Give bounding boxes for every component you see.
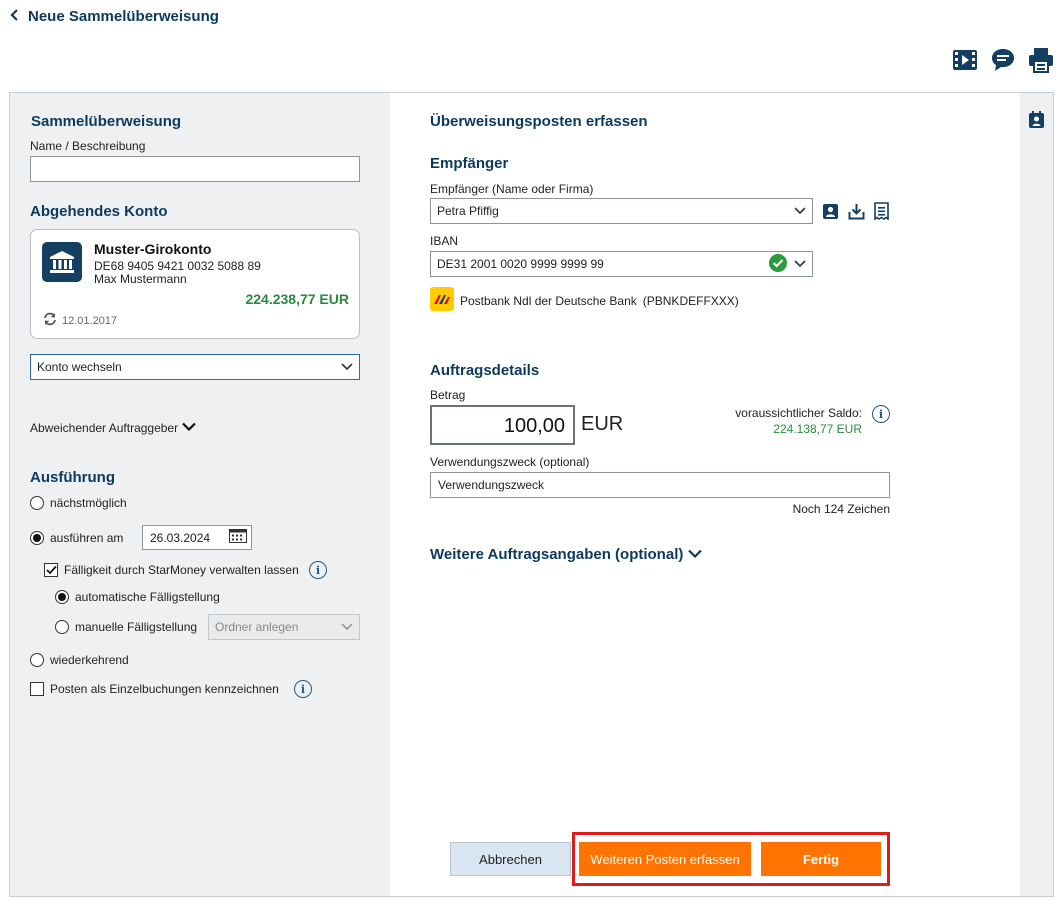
single-bookings-checkbox[interactable]: Posten als Einzelbuchungen kennzeichnen <box>30 682 279 696</box>
manual-due-label: manuelle Fälligstellung <box>75 620 198 634</box>
more-details-toggle[interactable]: Weitere Auftragsangaben (optional) <box>430 546 703 563</box>
radio-next-possible[interactable] <box>30 496 44 510</box>
radio-manual-due[interactable] <box>55 620 69 634</box>
account-card[interactable]: Muster-Girokonto DE68 9405 9421 0032 508… <box>30 229 360 339</box>
iban-input[interactable]: DE31 2001 0020 9999 9999 99 <box>430 251 813 277</box>
name-label: Name / Beschreibung <box>30 139 146 153</box>
back-button[interactable]: Neue Sammelüberweisung <box>10 8 219 25</box>
video-icon[interactable] <box>952 46 978 74</box>
receipt-icon[interactable] <box>873 202 890 223</box>
account-sync-date: 12.01.2017 <box>42 312 117 329</box>
bank-name: Postbank Ndl der Deutsche Bank <box>460 293 637 308</box>
switch-account-select[interactable]: Konto wechseln <box>30 354 360 380</box>
toolbar <box>952 46 1054 74</box>
chevron-down-icon <box>341 360 353 374</box>
info-icon[interactable]: i <box>309 561 327 579</box>
bank-info: Postbank Ndl der Deutsche Bank (PBNKDEFF… <box>430 287 739 314</box>
refresh-icon[interactable] <box>42 312 58 329</box>
single-bookings-label: Posten als Einzelbuchungen kennzeichnen <box>50 682 279 696</box>
chevron-down-icon <box>794 204 806 218</box>
account-balance: 224.238,77 EUR <box>245 291 349 307</box>
checkmark-icon <box>768 253 788 276</box>
done-button[interactable]: Fertig <box>761 842 881 876</box>
option-next-possible[interactable]: nächstmöglich <box>30 496 127 510</box>
chevron-down-icon <box>794 257 806 271</box>
print-icon[interactable] <box>1028 46 1054 74</box>
recipient-title: Empfänger <box>430 155 509 172</box>
download-icon[interactable] <box>848 203 865 223</box>
calendar-icon[interactable] <box>229 529 247 546</box>
folder-select-label: Ordner anlegen <box>215 620 299 634</box>
execution-title: Ausführung <box>30 469 115 486</box>
radio-recurring[interactable] <box>30 653 44 667</box>
recurring-label: wiederkehrend <box>50 653 129 667</box>
bank-icon <box>42 242 82 282</box>
auto-due-label: automatische Fälligstellung <box>75 590 220 604</box>
chevron-left-icon <box>10 9 20 24</box>
option-recurring[interactable]: wiederkehrend <box>30 653 129 667</box>
option-auto-due[interactable]: automatische Fälligstellung <box>55 590 220 604</box>
amount-input[interactable]: 100,00 <box>430 405 575 445</box>
details-title: Auftragsdetails <box>430 362 540 379</box>
account-iban: DE68 9405 9421 0032 5088 89 <box>94 259 261 273</box>
folder-select: Ordner anlegen <box>208 614 360 640</box>
date-input[interactable]: 26.03.2024 <box>142 525 252 550</box>
name-input[interactable] <box>30 156 360 182</box>
purpose-label: Verwendungszweck (optional) <box>430 455 590 469</box>
more-details-label: Weitere Auftragsangaben (optional) <box>430 546 684 563</box>
option-manual-due[interactable]: manuelle Fälligstellung <box>55 620 197 634</box>
currency-label: EUR <box>581 413 624 435</box>
right-sidebar <box>1020 93 1053 896</box>
option-execute-on[interactable]: ausführen am <box>30 531 123 545</box>
info-icon[interactable]: i <box>294 680 312 698</box>
other-payer-toggle[interactable]: Abweichender Auftraggeber <box>30 421 196 435</box>
checkbox-single-bookings[interactable] <box>30 682 44 696</box>
contact-card-icon[interactable] <box>1028 111 1045 132</box>
add-more-button[interactable]: Weiteren Posten erfassen <box>579 842 751 876</box>
chars-left: Noch 124 Zeichen <box>792 502 890 516</box>
chevron-down-icon <box>182 421 196 435</box>
purpose-input[interactable]: Verwendungszweck <box>430 472 890 498</box>
account-owner: Max Mustermann <box>94 272 187 286</box>
account-name: Muster-Girokonto <box>94 241 212 257</box>
cancel-button[interactable]: Abbrechen <box>450 842 571 876</box>
recipient-value: Petra Pfiffig <box>437 204 499 218</box>
expected-balance-label: voraussichtlicher Saldo: <box>735 406 862 420</box>
switch-account-label: Konto wechseln <box>37 360 122 374</box>
postbank-logo <box>430 287 454 314</box>
due-management-label: Fälligkeit durch StarMoney verwalten las… <box>64 563 299 577</box>
chevron-down-icon <box>688 548 703 562</box>
due-management-checkbox[interactable]: Fälligkeit durch StarMoney verwalten las… <box>44 563 299 577</box>
bank-bic: (PBNKDEFFXXX) <box>642 293 739 308</box>
other-payer-label: Abweichender Auftraggeber <box>30 421 179 435</box>
iban-label: IBAN <box>430 234 459 248</box>
posting-title: Überweisungsposten erfassen <box>430 113 648 130</box>
checkbox-due-management[interactable] <box>44 563 58 577</box>
date-value: 26.03.2024 <box>150 530 211 545</box>
chevron-down-icon <box>341 620 353 634</box>
expected-balance: voraussichtlicher Saldo: 224.138,77 EUR <box>700 406 862 436</box>
info-icon[interactable]: i <box>872 405 890 423</box>
option-next-label: nächstmöglich <box>50 496 127 510</box>
expected-balance-value: 224.138,77 EUR <box>773 422 862 436</box>
recipient-label: Empfänger (Name oder Firma) <box>430 182 594 196</box>
page-title: Neue Sammelüberweisung <box>28 8 219 25</box>
radio-execute-on[interactable] <box>30 531 44 545</box>
account-title: Abgehendes Konto <box>30 203 168 220</box>
account-date-text: 12.01.2017 <box>62 314 118 327</box>
option-execute-on-label: ausführen am <box>50 531 124 545</box>
section-title: Sammelüberweisung <box>31 113 182 130</box>
amount-label: Betrag <box>430 388 466 402</box>
radio-auto-due[interactable] <box>55 590 69 604</box>
contact-card-icon[interactable] <box>822 203 839 223</box>
chat-icon[interactable] <box>990 46 1016 74</box>
recipient-select[interactable]: Petra Pfiffig <box>430 198 813 224</box>
iban-value: DE31 2001 0020 9999 9999 99 <box>437 257 604 271</box>
